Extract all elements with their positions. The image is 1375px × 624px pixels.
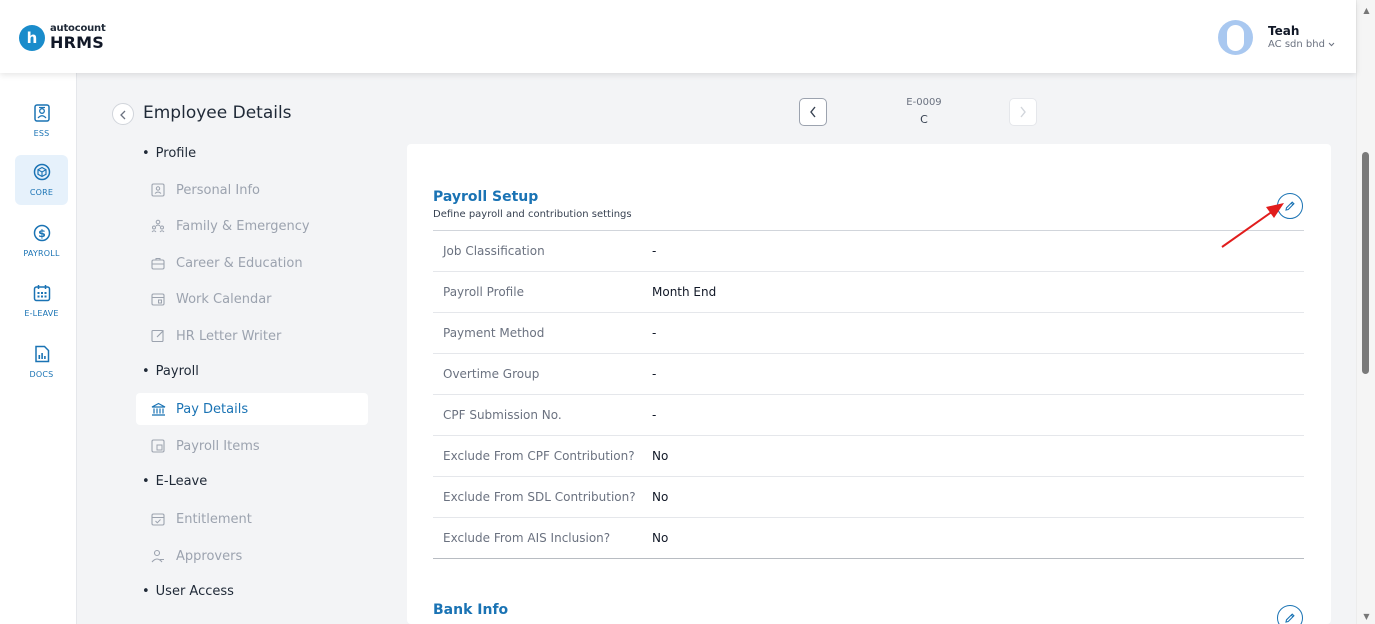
table-row: Overtime Group -	[433, 354, 1304, 395]
id-card-icon	[150, 182, 166, 198]
subnav-item-approvers[interactable]: Approvers	[136, 540, 368, 572]
pencil-icon	[1284, 609, 1296, 624]
table-row: Exclude From CPF Contribution? No	[433, 436, 1304, 477]
subnav-item-entitlement[interactable]: Entitlement	[136, 503, 368, 535]
subnav-item-hr-letter-writer[interactable]: HR Letter Writer	[136, 320, 368, 352]
payroll-icon: $	[33, 224, 51, 246]
previous-employee-button[interactable]	[799, 98, 827, 126]
payroll-setup-table: Job Classification - Payroll Profile Month…	[433, 230, 1304, 559]
rail-item-payroll[interactable]: $ PAYROLL	[15, 216, 68, 266]
table-row: Payment Method -	[433, 313, 1304, 354]
core-icon	[33, 163, 51, 185]
table-row: Exclude From AIS Inclusion? No	[433, 518, 1304, 559]
table-row: Exclude From SDL Contribution? No	[433, 477, 1304, 518]
company-name: AC sdn bhd	[1268, 38, 1325, 50]
table-row: Job Classification -	[433, 231, 1304, 272]
briefcase-icon	[150, 255, 166, 271]
payroll-card: Payroll Setup Define payroll and contrib…	[407, 144, 1331, 624]
avatar[interactable]	[1218, 20, 1253, 55]
rail-label: E-LEAVE	[24, 309, 59, 318]
subnav-item-pay-details[interactable]: Pay Details	[136, 393, 368, 425]
rail-label: CORE	[29, 188, 54, 197]
scroll-up-icon[interactable]: ▲	[1357, 6, 1375, 15]
user-check-icon	[150, 548, 166, 564]
logo-mark: h	[19, 24, 45, 51]
next-employee-button[interactable]	[1009, 98, 1037, 126]
ess-icon	[33, 104, 50, 126]
top-header: h autocount HRMS Teah AC sdn bhd	[0, 0, 1356, 73]
module-rail: ESS CORE $ PAYROLL E-LEAVE DOCS	[0, 73, 77, 624]
chevron-down-icon	[1328, 39, 1335, 50]
table-row: CPF Submission No. -	[433, 395, 1304, 436]
calendar-icon	[33, 284, 51, 306]
app-logo[interactable]: h autocount HRMS	[19, 24, 106, 51]
chevron-right-icon	[1019, 103, 1027, 122]
calendar-icon	[150, 291, 166, 307]
bank-info-title: Bank Info	[433, 602, 509, 618]
employee-name: C	[920, 113, 928, 126]
user-menu[interactable]: Teah AC sdn bhd	[1218, 20, 1335, 55]
calendar-check-icon	[150, 511, 166, 527]
letter-icon	[150, 328, 166, 344]
section-header-profile: • Profile	[142, 146, 197, 161]
bank-icon	[150, 401, 166, 417]
svg-text:$: $	[38, 227, 46, 240]
subnav-item-family-emergency[interactable]: Family & Emergency	[136, 210, 368, 242]
subnav-item-personal-info[interactable]: Personal Info	[136, 174, 368, 206]
chevron-left-icon	[119, 105, 127, 124]
edit-bank-info-button[interactable]	[1277, 605, 1303, 624]
rail-item-core[interactable]: CORE	[15, 155, 68, 205]
section-header-payroll: • Payroll	[142, 364, 199, 379]
subnav-item-work-calendar[interactable]: Work Calendar	[136, 283, 368, 315]
rail-item-e-leave[interactable]: E-LEAVE	[15, 276, 68, 326]
section-header-e-leave: • E-Leave	[142, 474, 208, 489]
payroll-setup-title: Payroll Setup	[433, 189, 539, 205]
scrollbar-thumb[interactable]	[1362, 152, 1369, 374]
rail-label: ESS	[33, 129, 50, 138]
page-scrollbar[interactable]: ▲ ▼	[1356, 0, 1375, 624]
rail-item-ess[interactable]: ESS	[15, 96, 68, 146]
logo-big-text: HRMS	[50, 33, 104, 52]
docs-icon	[34, 345, 50, 367]
back-button[interactable]	[112, 103, 134, 125]
annotation-arrow-icon	[1221, 203, 1284, 248]
rail-item-docs[interactable]: DOCS	[15, 337, 68, 387]
table-row: Payroll Profile Month End	[433, 272, 1304, 313]
chevron-left-icon	[809, 103, 817, 122]
user-name: Teah	[1268, 24, 1300, 39]
payroll-items-icon	[150, 438, 166, 454]
subnav-item-career-education[interactable]: Career & Education	[136, 247, 368, 279]
section-header-user-access: • User Access	[142, 584, 234, 599]
rail-label: DOCS	[29, 370, 54, 379]
payroll-setup-subtitle: Define payroll and contribution settings	[433, 209, 632, 220]
page-title: Employee Details	[143, 103, 292, 123]
rail-label: PAYROLL	[23, 249, 60, 258]
employee-code: E-0009	[906, 97, 942, 108]
subnav-item-payroll-items[interactable]: Payroll Items	[136, 430, 368, 462]
family-icon	[150, 218, 166, 234]
scroll-down-icon[interactable]: ▼	[1357, 612, 1375, 621]
